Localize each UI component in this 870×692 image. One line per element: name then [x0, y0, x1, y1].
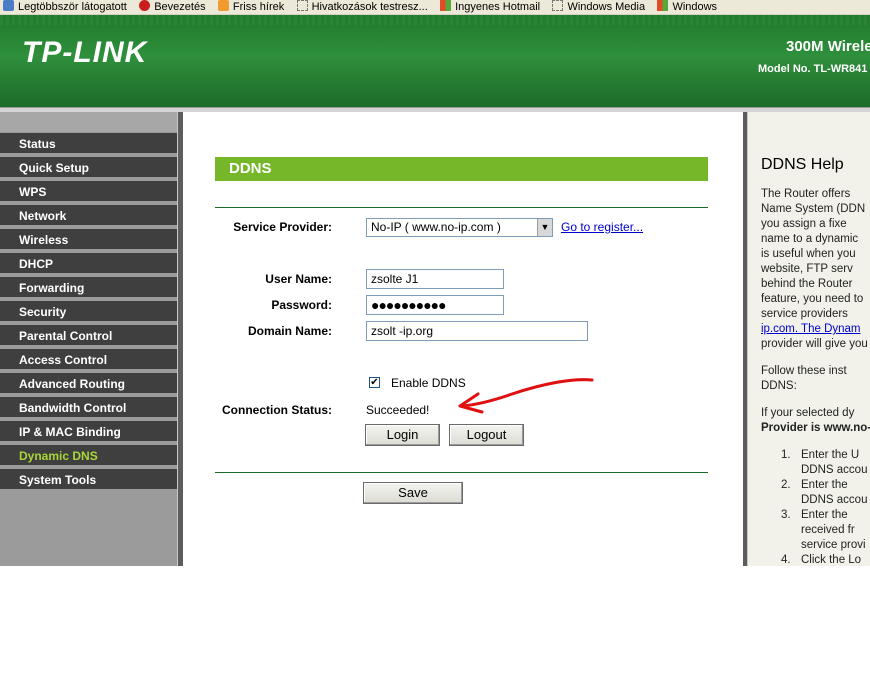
help-panel: DDNS Help The Router offers Name System …: [748, 112, 870, 566]
model-number: Model No. TL-WR841: [758, 63, 868, 75]
help-step-number: 4.: [781, 554, 791, 566]
windows-icon: [657, 0, 669, 11]
enable-ddns-checkbox[interactable]: ✔: [369, 377, 380, 388]
bookmark-latest-headlines[interactable]: Friss hírek: [215, 0, 284, 14]
login-button[interactable]: Login: [365, 424, 440, 446]
help-line: website, FTP serv: [761, 263, 853, 275]
chevron-down-icon[interactable]: ▼: [537, 219, 552, 236]
help-step-line: received fr: [801, 524, 855, 536]
sidebar-menu: Status Quick Setup WPS Network Wireless …: [0, 112, 181, 566]
help-line: DDNS:: [761, 380, 797, 392]
help-step-line: Enter the U: [801, 449, 860, 461]
help-step-number: 2.: [781, 479, 791, 491]
bookmark-free-hotmail[interactable]: Ingyenes Hotmail: [437, 0, 540, 14]
help-step-line: DDNS accou: [801, 494, 868, 506]
globe-icon: [3, 0, 14, 11]
save-button[interactable]: Save: [363, 482, 463, 504]
help-line: service providers: [761, 308, 848, 320]
sidebar-item-network[interactable]: Network: [0, 205, 177, 227]
product-name: 300M Wirele: [786, 38, 870, 55]
sidebar-item-dhcp[interactable]: DHCP: [0, 253, 177, 275]
help-line: feature, you need to: [761, 293, 864, 305]
firefox-icon: [139, 0, 151, 11]
sidebar-item-system-tools[interactable]: System Tools: [0, 469, 177, 491]
help-step-line: Enter the: [801, 509, 848, 521]
sidebar-item-dynamic-dns[interactable]: Dynamic DNS: [0, 445, 177, 467]
sidebar-item-advanced-routing[interactable]: Advanced Routing: [0, 373, 177, 395]
help-title: DDNS Help: [761, 156, 844, 173]
username-input[interactable]: zsolte J1: [366, 269, 504, 289]
sidebar-top-spacer: [0, 112, 177, 132]
bookmark-most-visited[interactable]: Legtöbbször látogatott: [0, 0, 127, 14]
service-provider-select[interactable]: No-IP ( www.no-ip.com ) ▼: [366, 218, 553, 237]
sidebar-item-forwarding[interactable]: Forwarding: [0, 277, 177, 299]
domain-name-input[interactable]: zsolt -ip.org: [366, 321, 588, 341]
help-line: you assign a fixe: [761, 218, 847, 230]
help-line: The Router offers: [761, 188, 851, 200]
sidebar-item-wps[interactable]: WPS: [0, 181, 177, 203]
bookmark-windows[interactable]: Windows: [654, 0, 717, 14]
connection-status-label: Connection Status:: [222, 403, 332, 417]
go-to-register-link[interactable]: Go to register...: [561, 220, 643, 234]
sidebar-item-access-control[interactable]: Access Control: [0, 349, 177, 371]
bookmark-customize-links[interactable]: Hivatkozások testresz...: [294, 0, 428, 14]
help-step-number: 3.: [781, 509, 791, 521]
bookmark-windows-media[interactable]: Windows Media: [549, 0, 645, 14]
help-line: name to a dynamic: [761, 233, 859, 245]
service-provider-label: Service Provider:: [233, 220, 332, 234]
service-provider-value: No-IP ( www.no-ip.com ): [371, 220, 501, 234]
username-label: User Name:: [265, 272, 332, 286]
help-step-line: Enter the: [801, 479, 848, 491]
tp-link-logo: TP-LINK: [22, 36, 148, 69]
help-step-number: 1.: [781, 449, 791, 461]
sidebar-item-wireless[interactable]: Wireless: [0, 229, 177, 251]
sidebar-item-status[interactable]: Status: [0, 133, 177, 155]
help-line: behind the Router: [761, 278, 853, 290]
help-line: Follow these inst: [761, 365, 847, 377]
sidebar-item-bandwidth-control[interactable]: Bandwidth Control: [0, 397, 177, 419]
annotation-arrow-icon: [458, 378, 594, 414]
windows-icon: [440, 0, 452, 11]
help-line: Name System (DDN: [761, 203, 866, 215]
header-stripe: [0, 15, 870, 25]
help-line: is useful when you: [761, 248, 856, 260]
page-icon: [552, 0, 564, 11]
rss-icon: [217, 0, 229, 11]
sidebar-item-ip-mac-binding[interactable]: IP & MAC Binding: [0, 421, 177, 443]
sidebar-item-parental-control[interactable]: Parental Control: [0, 325, 177, 347]
top-divider: [215, 207, 708, 208]
password-label: Password:: [271, 298, 332, 312]
page-icon: [296, 0, 308, 11]
sidebar-item-quick-setup[interactable]: Quick Setup: [0, 157, 177, 179]
help-step-line: Click the Lo: [801, 554, 862, 566]
page-title: DDNS: [215, 157, 708, 181]
help-line: If your selected dy: [761, 407, 855, 419]
help-link-noip[interactable]: ip.com. The Dynam: [761, 322, 870, 337]
help-provider-link[interactable]: Provider is www.no-: [761, 421, 870, 436]
password-input[interactable]: ●●●●●●●●●●: [366, 295, 504, 315]
sidebar-item-security[interactable]: Security: [0, 301, 177, 323]
bookmark-getting-started[interactable]: Bevezetés: [136, 0, 206, 14]
bottom-divider: [215, 472, 708, 473]
connection-status-value: Succeeded!: [366, 403, 430, 417]
help-step-line: service provi: [801, 539, 866, 551]
domain-name-label: Domain Name:: [247, 324, 332, 338]
logout-button[interactable]: Logout: [449, 424, 524, 446]
bookmarks-toolbar: Legtöbbször látogatott Bevezetés Friss h…: [0, 0, 870, 15]
help-line: provider will give you: [761, 338, 868, 350]
help-step-line: DDNS accou: [801, 464, 868, 476]
